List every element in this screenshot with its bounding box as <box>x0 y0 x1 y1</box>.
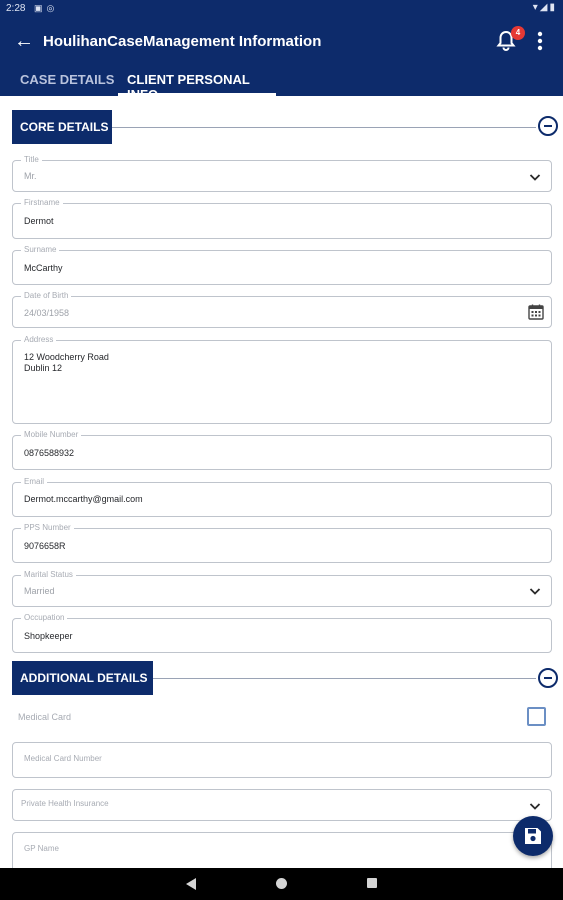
title-select[interactable]: Title Mr. <box>12 155 552 192</box>
vpn-icon: ◎ <box>46 3 59 13</box>
marital-status-label: Marital Status <box>21 570 76 580</box>
chevron-down-icon <box>529 803 541 810</box>
surname-field[interactable]: Surname McCarthy <box>12 245 552 285</box>
address-label: Address <box>21 335 57 345</box>
dob-value: 24/03/1958 <box>24 308 70 318</box>
title-label: Title <box>21 155 42 165</box>
section-divider <box>112 127 536 128</box>
email-value: Dermot.mccarthy@gmail.com <box>24 494 143 504</box>
mobile-number-value: 0876588932 <box>24 448 75 458</box>
medical-card-label: Medical Card <box>18 712 72 722</box>
pps-number-value: 9076658R <box>24 541 66 551</box>
occupation-value: Shopkeeper <box>24 631 73 641</box>
nav-back-icon[interactable] <box>185 877 197 891</box>
surname-value: McCarthy <box>24 263 63 273</box>
tab-bar: CASE DETAILS CLIENT PERSONAL INFO <box>0 66 563 102</box>
save-button[interactable] <box>513 816 553 856</box>
occupation-field[interactable]: Occupation Shopkeeper <box>12 613 552 653</box>
pps-number-field[interactable]: PPS Number 9076658R <box>12 523 552 563</box>
chevron-down-icon <box>529 174 541 181</box>
tab-client-personal-info[interactable]: CLIENT PERSONAL INFO <box>118 72 276 102</box>
pps-number-label: PPS Number <box>21 523 74 533</box>
collapse-additional-details-icon[interactable] <box>538 668 558 688</box>
marital-status-value: Married <box>24 586 55 596</box>
system-nav-bar <box>0 868 563 900</box>
address-field[interactable]: Address 12 Woodcherry Road Dublin 12 <box>12 335 552 424</box>
collapse-core-details-icon[interactable] <box>538 116 558 136</box>
dob-label: Date of Birth <box>21 291 72 301</box>
gp-name-field[interactable]: GP Name <box>12 832 552 872</box>
chevron-down-icon <box>529 588 541 595</box>
arrow-left-icon[interactable]: ← <box>14 29 34 53</box>
calendar-icon[interactable] <box>527 303 545 321</box>
firstname-label: Firstname <box>21 198 63 208</box>
medical-card-number-field[interactable]: Medical Card Number <box>12 742 552 778</box>
occupation-label: Occupation <box>21 613 68 623</box>
page-title: HoulihanCaseManagement Information <box>43 33 322 50</box>
section-core-details: CORE DETAILS <box>12 110 112 144</box>
nav-home-icon[interactable] <box>276 878 287 889</box>
app-bar: ← HoulihanCaseManagement Information 4 <box>0 18 563 66</box>
mobile-number-label: Mobile Number <box>21 430 82 440</box>
private-health-insurance-placeholder: Private Health Insurance <box>21 799 109 808</box>
sim-icon: ▣ <box>34 3 47 13</box>
status-time: 2:28 <box>6 3 26 14</box>
medical-card-number-placeholder: Medical Card Number <box>24 754 102 763</box>
address-value: 12 Woodcherry Road Dublin 12 <box>24 352 109 373</box>
status-right-icons: ▾◢▮ <box>533 2 557 13</box>
dob-field[interactable]: Date of Birth 24/03/1958 <box>12 291 552 328</box>
surname-label: Surname <box>21 245 60 255</box>
private-health-insurance-select[interactable]: Private Health Insurance <box>12 789 552 821</box>
marital-status-select[interactable]: Marital Status Married <box>12 570 552 607</box>
email-field[interactable]: Email Dermot.mccarthy@gmail.com <box>12 477 552 517</box>
more-vert-icon[interactable] <box>532 30 548 52</box>
save-icon <box>525 828 541 844</box>
title-value: Mr. <box>24 171 37 181</box>
battery-icon: ▮ <box>549 2 557 13</box>
status-bar: 2:28 ▣◎ ▾◢▮ <box>0 0 563 18</box>
medical-card-checkbox[interactable] <box>527 707 546 726</box>
email-label: Email <box>21 477 48 487</box>
gp-name-placeholder: GP Name <box>24 844 59 853</box>
firstname-value: Dermot <box>24 216 54 226</box>
notification-badge: 4 <box>511 26 525 40</box>
status-left-icons: ▣◎ <box>34 3 58 14</box>
nav-recents-icon[interactable] <box>367 878 377 888</box>
firstname-field[interactable]: Firstname Dermot <box>12 198 552 239</box>
section-additional-details: ADDITIONAL DETAILS <box>12 661 153 695</box>
tab-case-details[interactable]: CASE DETAILS <box>20 72 114 96</box>
section-divider <box>153 678 536 679</box>
wifi-icon: ▾ <box>532 2 540 13</box>
mobile-number-field[interactable]: Mobile Number 0876588932 <box>12 430 552 470</box>
